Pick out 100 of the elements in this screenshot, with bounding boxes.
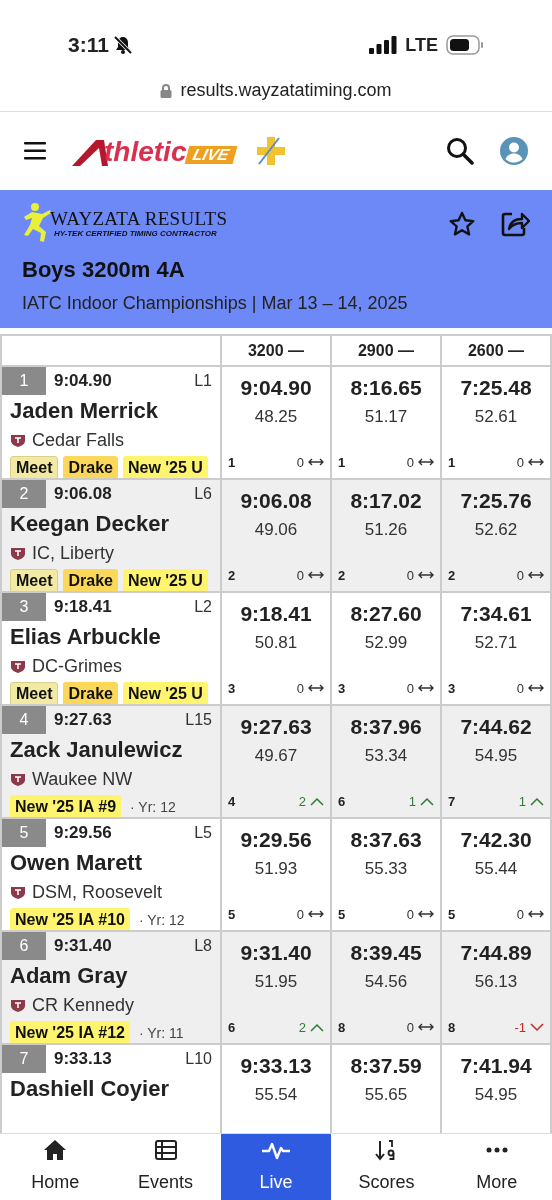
split-place: 6	[228, 1018, 236, 1037]
place-change: 0	[406, 679, 414, 698]
left-right-arrow-icon	[418, 457, 434, 468]
split-place: 2	[228, 566, 236, 585]
split-time: 8:37.96	[350, 714, 422, 740]
lane-label: L2	[194, 597, 212, 617]
split-time: 8:37.59	[350, 1053, 422, 1079]
finish-time: 9:31.40	[54, 935, 112, 958]
finish-time: 9:18.41	[54, 596, 112, 619]
team-logo-icon	[10, 998, 26, 1012]
star-icon[interactable]	[448, 210, 476, 238]
record-tag: New '25 IA #10	[10, 908, 130, 930]
lap-time: 51.26	[364, 519, 408, 541]
left-right-arrow-icon	[418, 909, 434, 920]
split-place: 2	[338, 566, 346, 585]
team-logo-icon	[10, 772, 26, 786]
split-time: 9:27.63	[240, 714, 312, 740]
lane-label: L6	[194, 484, 212, 504]
signal-icon	[369, 36, 398, 54]
athlete-name[interactable]: Dashiell Coyier	[10, 1074, 169, 1104]
lap-time: 52.71	[474, 632, 518, 654]
chevron-up-icon	[310, 1022, 324, 1032]
place-change: 2	[298, 792, 306, 811]
team-name: Waukee NW	[32, 767, 133, 791]
lap-time: 53.34	[364, 745, 408, 767]
team-logo-icon	[10, 659, 26, 673]
athlete-name[interactable]: Elias Arbuckle	[10, 622, 161, 652]
url-text[interactable]: results.wayzatatiming.com	[180, 77, 392, 104]
athlete-name[interactable]: Zack Janulewicz	[10, 735, 183, 765]
record-tag: New '25 IA #9	[10, 795, 122, 817]
left-right-arrow-icon	[308, 909, 324, 920]
place-change: 0	[406, 905, 414, 924]
wayzata-results-logo[interactable]: WAYZATA RESULTS HY-TEK CERTIFIED TIMING CONTRACTOR	[22, 202, 228, 246]
network-label: LTE	[405, 33, 438, 57]
lap-time: 52.62	[474, 519, 518, 541]
split-place: 6	[338, 792, 346, 811]
lap-time: 51.17	[364, 406, 408, 428]
athlete-name[interactable]: Adam Gray	[10, 961, 128, 991]
split-time: 9:29.56	[240, 827, 312, 853]
more-icon	[485, 1146, 508, 1153]
split-place: 5	[228, 905, 236, 924]
chevron-up-icon	[420, 796, 434, 806]
lap-time: 50.81	[254, 632, 298, 654]
year-label: · Yr: 11	[138, 1023, 184, 1043]
list-icon	[154, 1139, 177, 1160]
team-name: Cedar Falls	[32, 428, 125, 452]
split-time: 7:44.62	[460, 714, 532, 740]
place-badge: 4	[2, 706, 46, 734]
split-place: 4	[228, 792, 236, 811]
team-logo-icon	[10, 433, 26, 447]
lap-time: 51.93	[254, 858, 298, 880]
chevron-up-icon	[530, 796, 544, 806]
place-change: 0	[516, 453, 524, 472]
lap-time: 55.65	[364, 1084, 408, 1106]
year-label: · Yr: 12	[130, 797, 176, 817]
split-time: 7:41.94	[460, 1053, 532, 1079]
place-change: -1	[514, 1018, 526, 1037]
athlete-name[interactable]: Owen Marett	[10, 848, 143, 878]
menu-icon[interactable]	[24, 142, 46, 160]
place-badge: 6	[2, 932, 46, 960]
split-time: 9:33.13	[240, 1053, 312, 1079]
team-name: DSM, Roosevelt	[32, 880, 163, 904]
lap-time: 54.56	[364, 971, 408, 993]
lap-time: 52.61	[474, 406, 518, 428]
record-tag: Meet	[10, 682, 59, 704]
lap-time: 56.13	[474, 971, 518, 993]
record-tag: New '25 IA #12	[10, 1021, 130, 1043]
place-change: 0	[296, 566, 304, 585]
account-icon[interactable]	[500, 137, 528, 165]
left-right-arrow-icon	[308, 683, 324, 694]
athlete-name[interactable]: Jaden Merrick	[10, 396, 158, 426]
record-tag: Drake	[63, 456, 118, 478]
split-time: 9:04.90	[240, 375, 312, 401]
plus-logo-icon[interactable]	[257, 137, 286, 165]
place-change: 0	[516, 679, 524, 698]
lap-time: 48.25	[254, 406, 298, 428]
finish-time: 9:06.08	[54, 483, 112, 506]
search-icon[interactable]	[446, 137, 474, 165]
clock-time: 3:11	[68, 32, 109, 59]
place-change: 0	[516, 566, 524, 585]
place-change: 0	[296, 905, 304, 924]
record-tag: Meet	[10, 456, 59, 478]
nav-tab[interactable]: Live	[220, 1134, 332, 1200]
left-right-arrow-icon	[418, 683, 434, 694]
finish-time: 9:29.56	[54, 822, 112, 845]
lap-time: 55.54	[254, 1084, 298, 1106]
athlete-name[interactable]: Keegan Decker	[10, 509, 169, 539]
split-time: 8:37.63	[350, 827, 422, 853]
lap-time: 52.99	[364, 632, 408, 654]
record-tag: Drake	[63, 569, 118, 591]
athletic-live-logo[interactable]: thletic LIVE	[72, 136, 236, 166]
left-right-arrow-icon	[528, 570, 544, 581]
left-right-arrow-icon	[418, 1022, 434, 1033]
event-title: Boys 3200m 4A	[22, 256, 186, 284]
lane-label: L15	[185, 710, 212, 730]
team-logo-icon	[10, 885, 26, 899]
split-place: 7	[448, 792, 456, 811]
split-time: 8:39.45	[350, 940, 422, 966]
lap-time: 55.44	[474, 858, 518, 880]
place-badge: 1	[2, 367, 46, 395]
